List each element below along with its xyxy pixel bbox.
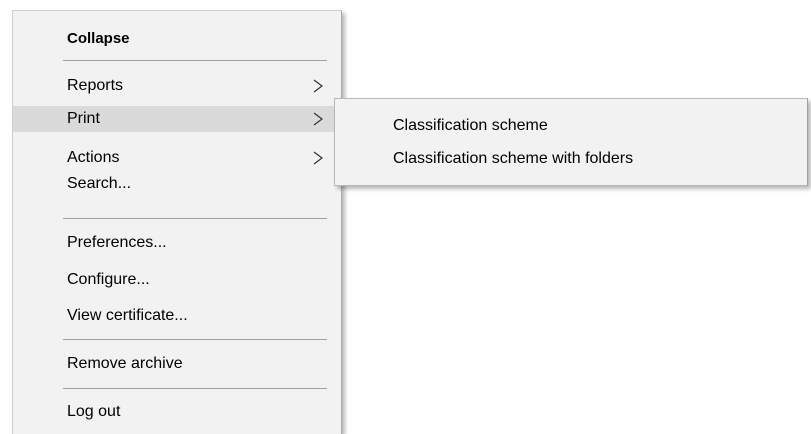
menu-item-label: Configure... [67, 271, 150, 288]
submenu-item-label: Classification scheme [393, 117, 548, 134]
menu-item-label: View certificate... [67, 307, 188, 324]
menu-item-label: Print [67, 110, 100, 127]
menu-separator [63, 60, 327, 61]
menu-item-configure[interactable]: Configure... [13, 267, 341, 293]
submenu-item-classification-scheme[interactable]: Classification scheme [335, 111, 807, 141]
menu-separator [63, 218, 327, 219]
menu-item-log-out[interactable]: Log out [13, 399, 341, 425]
menu-item-label: Collapse [67, 30, 130, 47]
menu-item-preferences[interactable]: Preferences... [13, 230, 341, 256]
menu-item-label: Remove archive [67, 355, 183, 372]
menu-item-label: Actions [67, 149, 120, 166]
print-submenu: Classification scheme Classification sch… [334, 98, 808, 186]
menu-item-view-certificate[interactable]: View certificate... [13, 303, 341, 329]
menu-item-label: Log out [67, 403, 121, 420]
menu-item-reports[interactable]: Reports [13, 73, 341, 99]
menu-separator [63, 339, 327, 340]
menu-item-label: Search... [67, 175, 132, 192]
chevron-right-icon [312, 151, 324, 165]
menu-item-label: Preferences... [67, 234, 167, 251]
submenu-item-label: Classification scheme with folders [393, 150, 634, 167]
menu-item-collapse[interactable]: Collapse [13, 26, 341, 52]
context-menu: Collapse Reports Print Actions Search... [12, 10, 342, 434]
chevron-right-icon [312, 79, 324, 93]
menu-separator [63, 388, 327, 389]
submenu-item-classification-scheme-with-folders[interactable]: Classification scheme with folders [335, 144, 807, 174]
menu-item-label: Reports [67, 77, 124, 94]
menu-item-search[interactable]: Search... [13, 171, 341, 197]
chevron-right-icon [312, 112, 324, 126]
menu-item-actions[interactable]: Actions [13, 145, 341, 171]
menu-item-remove-archive[interactable]: Remove archive [13, 351, 341, 377]
screen: Collapse Reports Print Actions Search... [0, 0, 811, 434]
menu-item-print[interactable]: Print [13, 106, 341, 132]
